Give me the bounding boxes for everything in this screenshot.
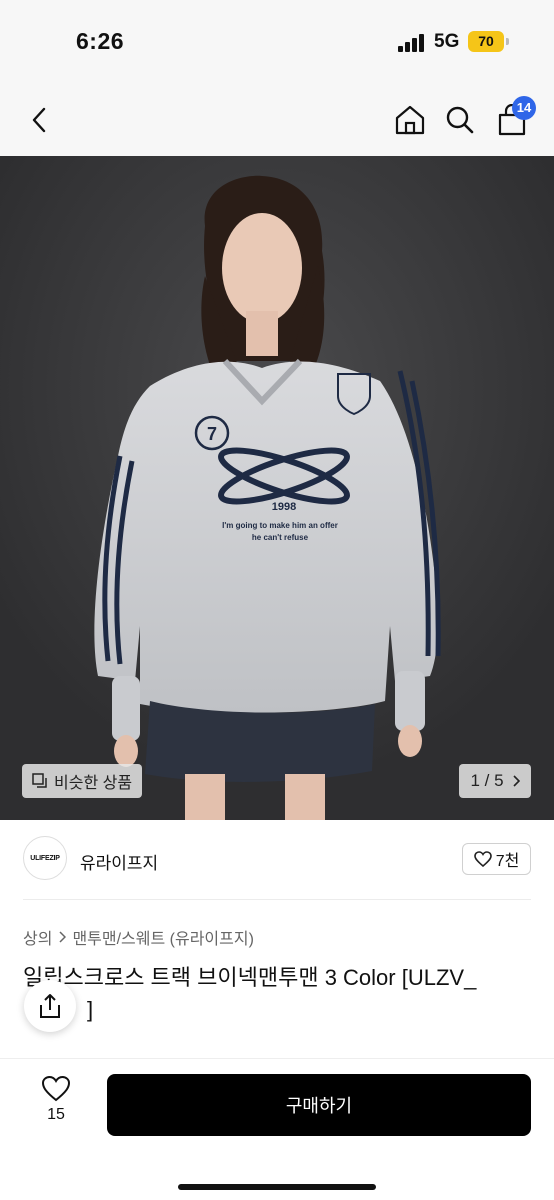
back-button[interactable] [18, 96, 62, 144]
product-title-line-1: 일립스크로스 트랙 브이넥맨투맨 3 Color [ULZV_ [23, 965, 477, 990]
heart-icon [473, 851, 492, 867]
share-button[interactable] [24, 980, 76, 1032]
wishlist-button[interactable]: 15 [26, 1075, 86, 1135]
status-bar: 6:26 5G 70 [0, 0, 554, 84]
breadcrumb: 상의 맨투맨/스웨트 (유라이프지) [23, 925, 254, 949]
brand-row: ULIFEZIP 유라이프지 7천 [0, 820, 554, 900]
product-title: 일립스크로스 트랙 브이넥맨투맨 3 Color [ULZV_ ] [23, 962, 533, 1026]
home-indicator [178, 1184, 376, 1190]
product-title-line-2: ] [87, 997, 94, 1022]
top-navigation: 14 [0, 84, 554, 156]
status-time: 6:26 [76, 28, 125, 54]
share-icon [40, 994, 60, 1018]
brand-name[interactable]: 유라이프지 [80, 849, 158, 874]
wishlist-count: 15 [47, 1106, 65, 1123]
battery-icon: 70 [468, 31, 504, 52]
breadcrumb-item-category[interactable]: 상의 [23, 925, 52, 949]
brand-logo[interactable]: ULIFEZIP [23, 836, 67, 880]
battery-nub [506, 38, 509, 45]
home-icon [395, 105, 425, 135]
print-line-1: I'm going to make him an offer [222, 521, 338, 530]
product-image-gallery[interactable]: 7 1998 I'm going to make him an offer he… [0, 156, 554, 820]
image-counter-button[interactable]: 1 / 5 [459, 764, 531, 798]
chevron-right-icon [512, 775, 520, 787]
cart-button[interactable]: 14 [490, 96, 536, 144]
search-button[interactable] [438, 96, 482, 144]
similar-items-icon [32, 773, 47, 788]
home-button[interactable] [388, 96, 432, 144]
brand-like-button[interactable]: 7천 [462, 843, 531, 875]
cart-count-badge: 14 [512, 96, 536, 120]
image-counter-label: 1 / 5 [470, 771, 504, 790]
bottom-action-bar: 15 구매하기 [0, 1058, 554, 1200]
search-icon [446, 106, 474, 134]
divider [23, 899, 531, 900]
similar-items-label: 비슷한 상품 [54, 775, 133, 792]
heart-icon [41, 1075, 71, 1102]
cellular-signal-icon [398, 34, 426, 52]
print-line-2: he can't refuse [252, 533, 309, 542]
network-label: 5G [434, 31, 460, 52]
similar-items-button[interactable]: 비슷한 상품 [22, 764, 143, 798]
product-photo: 7 1998 I'm going to make him an offer he… [0, 156, 554, 820]
buy-button[interactable]: 구매하기 [107, 1074, 531, 1136]
back-arrow-icon [32, 107, 46, 133]
brand-like-count: 7천 [495, 853, 520, 870]
breadcrumb-item-subcategory[interactable]: 맨투맨/스웨트 (유라이프지) [72, 925, 253, 949]
print-number: 7 [207, 424, 217, 444]
chevron-right-icon [59, 931, 67, 943]
print-year: 1998 [272, 501, 296, 513]
